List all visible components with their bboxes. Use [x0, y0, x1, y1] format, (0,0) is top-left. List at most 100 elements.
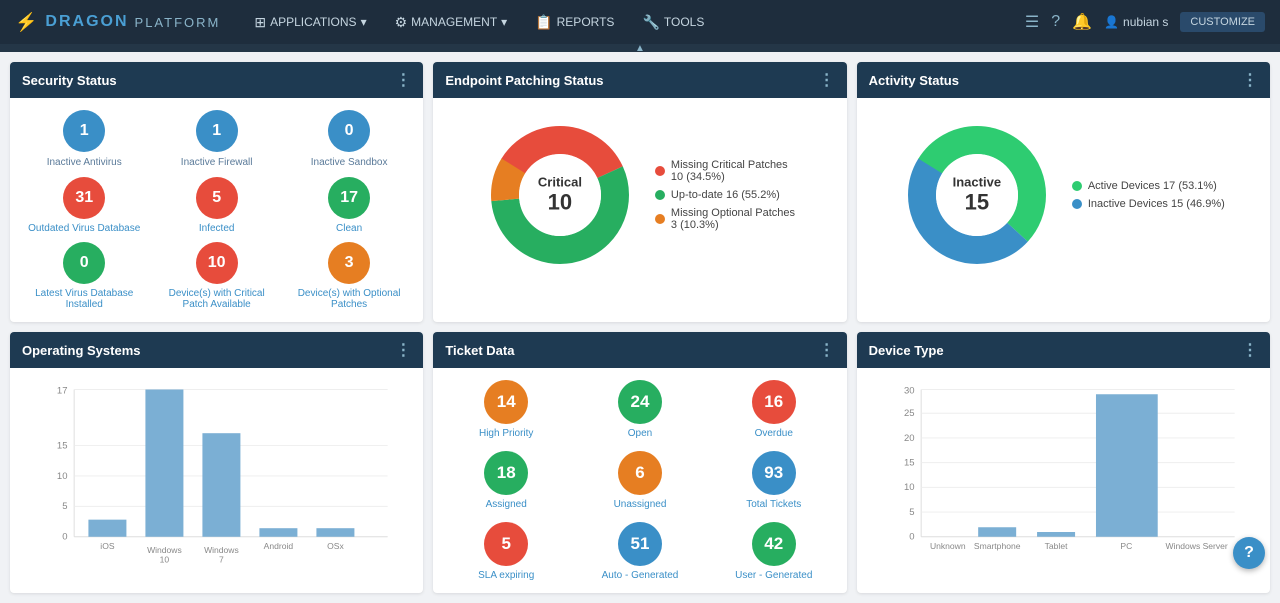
endpoint-donut-container: Critical 10 Missing Critical Patches10 (…	[445, 110, 834, 280]
svg-text:PC: PC	[1120, 541, 1132, 551]
user-avatar: 👤	[1104, 15, 1119, 29]
activity-donut-container: Inactive 15 Active Devices 17 (53.1%) In…	[869, 110, 1258, 280]
card-menu-icon[interactable]: ⋮	[819, 70, 835, 90]
critical-patch-badge[interactable]: 10	[196, 242, 238, 284]
outdated-virus-badge[interactable]: 31	[63, 177, 105, 219]
card-menu-icon[interactable]: ⋮	[819, 340, 835, 360]
chevron-down-icon: ▾	[501, 15, 507, 29]
user-generated-link[interactable]: User - Generated	[735, 570, 812, 581]
bell-icon[interactable]: 🔔	[1072, 12, 1092, 32]
ticket-data-body: 14 High Priority 24 Open 16 Overdue 18 A…	[433, 368, 846, 593]
ticket-overdue: 16 Overdue	[713, 380, 835, 439]
total-tickets-badge[interactable]: 93	[752, 451, 796, 495]
endpoint-donut: Critical 10	[485, 120, 635, 270]
legend-dot	[655, 190, 665, 200]
overdue-link[interactable]: Overdue	[755, 428, 793, 439]
sandbox-badge[interactable]: 0	[328, 110, 370, 152]
critical-patch-link[interactable]: Device(s) with Critical Patch Available	[154, 288, 278, 310]
card-menu-icon[interactable]: ⋮	[1242, 70, 1258, 90]
svg-text:15: 15	[904, 458, 915, 469]
open-link[interactable]: Open	[628, 428, 652, 439]
auto-generated-badge[interactable]: 51	[618, 522, 662, 566]
bar-osx	[316, 528, 354, 537]
card-menu-icon[interactable]: ⋮	[395, 70, 411, 90]
clean-link[interactable]: Clean	[336, 223, 362, 234]
card-menu-icon[interactable]: ⋮	[395, 340, 411, 360]
ticket-high-priority: 14 High Priority	[445, 380, 567, 439]
assigned-link[interactable]: Assigned	[486, 499, 527, 510]
ticket-data-header: Ticket Data ⋮	[433, 332, 846, 368]
card-menu-icon[interactable]: ⋮	[1242, 340, 1258, 360]
nav-management[interactable]: ⚙ MANAGEMENT ▾	[391, 14, 512, 31]
bar-tablet	[1037, 532, 1075, 537]
security-inactive-sandbox: 0 Inactive Sandbox	[287, 110, 411, 169]
navbar: ⚡ DRAGON PLATFORM ⊞ APPLICATIONS ▾ ⚙ MAN…	[0, 0, 1280, 44]
svg-text:10: 10	[904, 482, 915, 493]
help-icon[interactable]: ?	[1051, 13, 1060, 31]
legend-dot	[1072, 181, 1082, 191]
legend-missing-critical: Missing Critical Patches10 (34.5%)	[655, 159, 795, 183]
open-badge[interactable]: 24	[618, 380, 662, 424]
optional-patches-link[interactable]: Device(s) with Optional Patches	[287, 288, 411, 310]
legend-active-devices: Active Devices 17 (53.1%)	[1072, 180, 1225, 192]
optional-patches-badge[interactable]: 3	[328, 242, 370, 284]
unassigned-badge[interactable]: 6	[618, 451, 662, 495]
security-inactive-firewall: 1 Inactive Firewall	[154, 110, 278, 169]
ticket-auto-generated: 51 Auto - Generated	[579, 522, 701, 581]
sla-badge[interactable]: 5	[484, 522, 528, 566]
endpoint-patching-header: Endpoint Patching Status ⋮	[433, 62, 846, 98]
unassigned-link[interactable]: Unassigned	[614, 499, 667, 510]
infected-link[interactable]: Infected	[199, 223, 235, 234]
activity-status-card: Activity Status ⋮ Inactive 15	[857, 62, 1270, 322]
svg-text:30: 30	[904, 385, 915, 396]
latest-virus-link[interactable]: Latest Virus Database Installed	[22, 288, 146, 310]
dashboard: Security Status ⋮ 1 Inactive Antivirus 1…	[0, 52, 1280, 603]
device-type-header: Device Type ⋮	[857, 332, 1270, 368]
nav-reports[interactable]: 📋 REPORTS	[531, 14, 618, 31]
nav-applications[interactable]: ⊞ APPLICATIONS ▾	[250, 14, 370, 31]
latest-virus-badge[interactable]: 0	[63, 242, 105, 284]
svg-text:25: 25	[904, 408, 915, 419]
collapse-arrow[interactable]: ▲	[635, 43, 645, 54]
tools-icon: 🔧	[642, 14, 659, 31]
auto-generated-link[interactable]: Auto - Generated	[602, 570, 679, 581]
overdue-badge[interactable]: 16	[752, 380, 796, 424]
firewall-badge[interactable]: 1	[196, 110, 238, 152]
legend-uptodate: Up-to-date 16 (55.2%)	[655, 189, 795, 201]
activity-legend: Active Devices 17 (53.1%) Inactive Devic…	[1072, 180, 1225, 210]
total-tickets-link[interactable]: Total Tickets	[746, 499, 801, 510]
legend-inactive-devices: Inactive Devices 15 (46.9%)	[1072, 198, 1225, 210]
operating-systems-body: 0 5 10 15 17 iOS Windows 10 Windows 7 A	[10, 368, 423, 585]
infected-badge[interactable]: 5	[196, 177, 238, 219]
clean-badge[interactable]: 17	[328, 177, 370, 219]
bar-android	[259, 528, 297, 537]
nav-tools[interactable]: 🔧 TOOLS	[638, 14, 708, 31]
assigned-badge[interactable]: 18	[484, 451, 528, 495]
svg-text:Unknown: Unknown	[930, 541, 966, 551]
grid-icon: ⊞	[254, 14, 266, 31]
security-optional-patches: 3 Device(s) with Optional Patches	[287, 242, 411, 310]
device-bar-chart-svg: 0 5 10 15 20 25 30 Unknown Smartphone Ta…	[869, 380, 1258, 570]
svg-text:Windows: Windows	[147, 545, 182, 555]
high-priority-link[interactable]: High Priority	[479, 428, 533, 439]
activity-donut: Inactive 15	[902, 120, 1052, 270]
help-button[interactable]: ?	[1233, 537, 1265, 569]
reports-icon: 📋	[535, 14, 552, 31]
user-info[interactable]: 👤 nubian s	[1104, 15, 1168, 29]
bar-win10	[145, 390, 183, 537]
customize-button[interactable]: CUSTOMIZE	[1180, 12, 1265, 32]
svg-text:7: 7	[219, 554, 224, 564]
user-generated-badge[interactable]: 42	[752, 522, 796, 566]
sla-link[interactable]: SLA expiring	[478, 570, 534, 581]
legend-dot	[1072, 199, 1082, 209]
nav-menu: ⊞ APPLICATIONS ▾ ⚙ MANAGEMENT ▾ 📋 REPORT…	[250, 14, 1025, 31]
antivirus-badge[interactable]: 1	[63, 110, 105, 152]
outdated-virus-link[interactable]: Outdated Virus Database	[28, 223, 140, 234]
svg-text:Windows Server: Windows Server	[1165, 541, 1227, 551]
management-icon: ⚙	[395, 14, 408, 31]
security-inactive-antivirus: 1 Inactive Antivirus	[22, 110, 146, 169]
list-icon[interactable]: ☰	[1025, 12, 1039, 32]
operating-systems-card: Operating Systems ⋮ 0 5 10 15 17 iOS	[10, 332, 423, 593]
high-priority-badge[interactable]: 14	[484, 380, 528, 424]
os-bar-chart-svg: 0 5 10 15 17 iOS Windows 10 Windows 7 A	[22, 380, 411, 570]
